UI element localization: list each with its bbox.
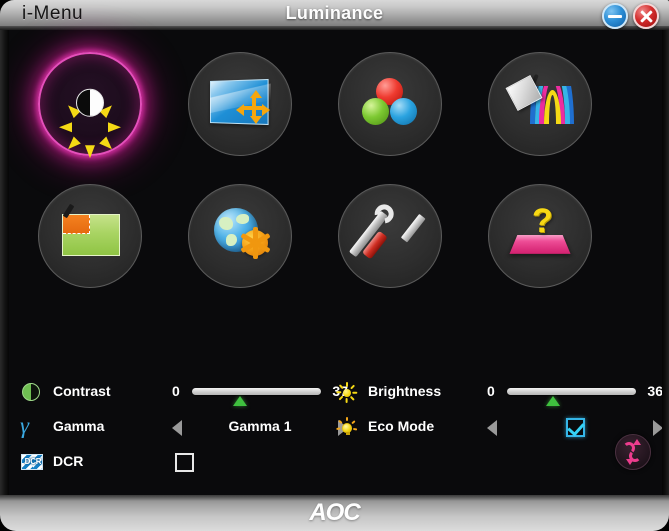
color-setup-rgb-spheres-icon [338,52,442,156]
gamma-icon: γ [20,413,30,438]
gamma-label: Gamma [53,418,105,434]
contrast-slider[interactable]: 0 37 [172,380,348,406]
brightness-icon [335,380,359,404]
menu-item-luminance[interactable] [20,52,156,188]
dcr-badge-text: DCR [24,457,42,466]
reset-icon-head-1 [633,439,641,445]
brightness-slider-track[interactable] [507,388,636,395]
control-row-brightness: Brightness 0 36 [335,380,663,406]
window-title: Luminance [285,3,384,23]
eco-mode-icon [335,415,359,439]
contrast-slider-thumb[interactable] [232,396,247,406]
brightness-min-value: 0 [487,383,495,399]
menu-item-osd-setup[interactable] [20,184,156,320]
help-question-mark-icon: ? [488,184,592,288]
minimize-button[interactable] [602,3,628,29]
contrast-label: Contrast [53,383,111,399]
i-menu-window: i-Menu Luminance ? Contrast 0 γ Gamma Ga… [0,0,669,531]
control-row-gamma: γ Gamma Gamma 1 [20,413,348,441]
aoc-logo: AOC [309,499,360,526]
panel-right-bezel [662,30,669,495]
menu-item-help[interactable]: ? [470,184,606,320]
image-setup-monitor-arrows-icon [188,52,292,156]
luminance-sun-icon [38,52,142,159]
contrast-slider-track[interactable] [192,388,321,395]
osd-panel: ? Contrast 0 37 [0,30,669,495]
panel-left-bezel [0,30,9,495]
picture-boost-rainbow-icon [488,52,592,156]
eco-mode-label: Eco Mode [368,418,435,434]
gamma-prev-arrow-icon[interactable] [172,420,182,436]
osd-setup-screen-icon [38,184,142,288]
controls-area: Contrast 0 37 γ Gamma Gamma 1 [0,350,669,480]
brightness-slider-thumb[interactable] [546,396,561,406]
close-button[interactable] [633,3,659,29]
gamma-value: Gamma 1 [228,418,292,434]
brightness-max-value: 36 [647,383,663,399]
reset-button[interactable] [615,434,651,470]
eco-mode-checkbox[interactable] [566,418,585,437]
footer-bar: AOC [0,495,669,531]
gamma-stepper[interactable]: Gamma 1 [172,415,348,441]
menu-item-tools[interactable] [320,184,456,320]
menu-item-image-setup[interactable] [170,52,306,188]
contrast-icon [20,380,44,404]
brightness-slider[interactable]: 0 36 [487,380,663,406]
reset-icon-head-2 [626,459,634,465]
dcr-label: DCR [53,453,84,469]
control-row-eco-mode: Eco Mode [335,415,663,441]
control-row-dcr: DCR DCR [20,450,330,476]
control-row-contrast: Contrast 0 37 [20,380,348,406]
menu-item-extra[interactable] [170,184,306,320]
check-icon [567,418,585,437]
title-bar: i-Menu Luminance [0,0,669,30]
extra-globe-gear-icon [188,184,292,288]
dcr-icon: DCR [20,450,44,474]
eco-mode-prev-arrow-icon[interactable] [487,420,497,436]
menu-item-color-setup[interactable] [320,52,456,188]
brightness-label: Brightness [368,383,442,399]
dcr-checkbox[interactable] [175,453,194,472]
contrast-min-value: 0 [172,383,180,399]
menu-item-picture-boost[interactable] [470,52,606,188]
tools-wrench-screwdriver-icon [338,184,442,288]
